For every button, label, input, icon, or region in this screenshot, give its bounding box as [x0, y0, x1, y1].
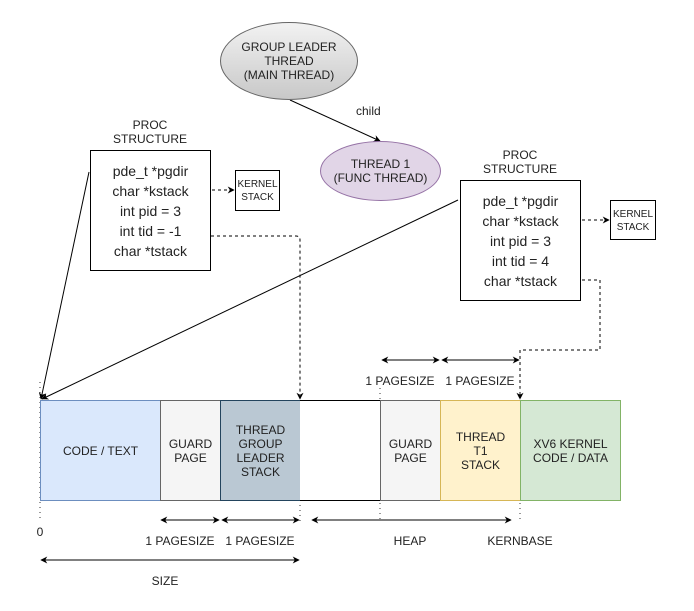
right-field-kstack: char *kstack: [482, 213, 559, 229]
child-edge-label: child: [356, 104, 381, 118]
right-kernel-stack-line: STACK: [616, 222, 650, 233]
leader-line: (MAIN THREAD): [243, 68, 335, 82]
left-pgdir-arrow: [38, 171, 90, 400]
segment-code-text: CODE / TEXT: [40, 400, 161, 501]
left-field-kstack: char *kstack: [112, 183, 189, 199]
segment-label: THREAD: [235, 422, 286, 437]
right-kernel-stack-line: KERNEL: [612, 209, 653, 220]
connectors-layer: [38, 99, 610, 564]
segment-label: CODE / TEXT: [62, 443, 139, 458]
segment-label: GROUP: [238, 436, 283, 451]
group-leader-thread-node: GROUP LEADER THREAD (MAIN THREAD): [220, 22, 358, 100]
right-proc-title-line: STRUCTURE: [483, 162, 557, 176]
segment-label: CODE / DATA: [533, 450, 608, 465]
segment-label: GUARD: [168, 436, 213, 451]
left-kernel-stack: KERNEL STACK: [235, 170, 280, 211]
right-field-tstack: char *tstack: [483, 273, 558, 289]
leader-line: THREAD: [264, 54, 314, 68]
right-field-pid: int pid = 3: [489, 233, 552, 249]
segment-label: STACK: [240, 464, 281, 479]
segment-label: PAGE: [394, 450, 427, 465]
thread1-node: THREAD 1 (FUNC THREAD): [320, 141, 441, 201]
right-kernel-stack: KERNEL STACK: [610, 200, 656, 240]
thread1-line: THREAD 1: [350, 157, 411, 171]
label-pagesize-guard2: 1 PAGESIZE: [365, 374, 435, 388]
label-pagesize-t1: 1 PAGESIZE: [445, 374, 515, 388]
left-field-pid: int pid = 3: [119, 203, 182, 219]
label-size: SIZE: [151, 574, 179, 588]
left-tstack-arrow: [211, 235, 304, 400]
segment-label: T1: [473, 443, 488, 458]
label-pagesize-leader: 1 PAGESIZE: [225, 534, 295, 548]
left-field-tstack: char *tstack: [113, 243, 188, 259]
right-proc-title-line: PROC: [502, 148, 538, 162]
segment-label: PAGE: [174, 450, 207, 465]
right-proc-title: PROC STRUCTURE: [460, 148, 580, 176]
left-proc-structure: pde_t *pgdir char *kstack int pid = 3 in…: [90, 150, 211, 271]
segment-label: XV6 KERNEL: [533, 436, 608, 451]
label-heap: HEAP: [393, 534, 427, 548]
segment-label: GUARD: [388, 436, 433, 451]
left-kernel-stack-line: STACK: [241, 192, 274, 203]
left-kernel-stack-line: KERNEL: [237, 179, 278, 190]
label-zero: 0: [36, 525, 44, 539]
segment-t1-stack: THREAD T1 STACK: [440, 400, 521, 501]
left-proc-title-line: STRUCTURE: [113, 132, 187, 146]
leader-line: GROUP LEADER: [241, 40, 337, 54]
segment-heap: [300, 400, 381, 501]
left-proc-title-line: PROC: [132, 118, 168, 132]
thread1-line: (FUNC THREAD): [333, 171, 428, 185]
label-pagesize-guard1: 1 PAGESIZE: [145, 534, 215, 548]
segment-guard-page-1: GUARD PAGE: [160, 400, 221, 501]
segment-leader-stack: THREAD GROUP LEADER STACK: [220, 400, 301, 501]
segment-label: LEADER: [236, 450, 285, 465]
left-field-tid: int tid = -1: [119, 223, 182, 239]
right-field-pgdir: pde_t *pgdir: [482, 193, 559, 209]
right-field-tid: int tid = 4: [491, 253, 550, 269]
label-kernbase: KERNBASE: [487, 534, 553, 548]
right-proc-structure: pde_t *pgdir char *kstack int pid = 3 in…: [460, 180, 581, 301]
segment-kernel: XV6 KERNEL CODE / DATA: [520, 400, 621, 501]
left-proc-title: PROC STRUCTURE: [90, 118, 210, 146]
left-field-pgdir: pde_t *pgdir: [112, 163, 189, 179]
segment-label: STACK: [460, 457, 501, 472]
segment-guard-page-2: GUARD PAGE: [380, 400, 441, 501]
segment-label: THREAD: [455, 429, 506, 444]
